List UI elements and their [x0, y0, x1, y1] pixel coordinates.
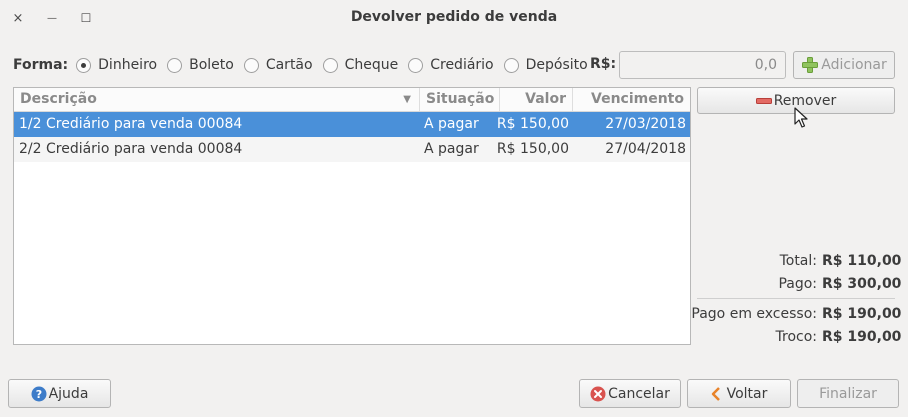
radio-boleto[interactable]: Boleto [167, 57, 234, 73]
payments-table: Descrição ▼ Situação Valor Vencimento 1/… [13, 87, 691, 345]
radio-label: Boleto [189, 57, 234, 73]
excesso-label: Pago em excesso: [691, 306, 817, 322]
pago-value: R$ 300,00 [822, 276, 902, 292]
cancel-button-label: Cancelar [608, 385, 670, 402]
cell-valor: R$ 150,00 [496, 116, 569, 132]
plus-icon [801, 56, 819, 74]
payment-method-group: Forma: Dinheiro Boleto Cartão Cheque Cre… [13, 52, 598, 78]
radio-cheque[interactable]: Cheque [322, 57, 399, 73]
help-button-label: Ajuda [48, 385, 89, 402]
cell-vencimento: 27/04/2018 [605, 141, 686, 157]
radio-label: Depósito [525, 57, 588, 73]
radio-dinheiro[interactable]: Dinheiro [76, 57, 157, 73]
cell-descricao: 1/2 Crediário para venda 00084 [19, 116, 243, 132]
amount-input[interactable]: 0,0 [619, 51, 786, 79]
excesso-value: R$ 190,00 [822, 306, 902, 322]
table-row[interactable]: 1/2 Crediário para venda 00084 A pagar R… [14, 112, 690, 137]
add-button[interactable]: Adicionar [793, 51, 895, 79]
cell-situacao: A pagar [424, 141, 479, 157]
currency-label: R$: [590, 56, 617, 72]
total-value: R$ 110,00 [822, 253, 902, 269]
totals-divider [697, 298, 895, 299]
cell-valor: R$ 150,00 [496, 141, 569, 157]
radio-label: Crediário [430, 57, 494, 73]
table-header: Descrição ▼ Situação Valor Vencimento [14, 88, 690, 112]
help-icon: ? [31, 386, 47, 402]
cell-descricao: 2/2 Crediário para venda 00084 [19, 141, 243, 157]
table-row[interactable]: 2/2 Crediário para venda 00084 A pagar R… [14, 137, 690, 162]
chevron-left-icon [711, 386, 721, 401]
radio-dot[interactable] [503, 57, 519, 73]
radio-label: Cartão [265, 57, 313, 73]
column-header-descricao[interactable]: Descrição ▼ [14, 88, 420, 111]
troco-value: R$ 190,00 [822, 329, 902, 345]
minus-icon [755, 97, 772, 105]
finish-button[interactable]: Finalizar [797, 379, 899, 408]
radio-dot[interactable] [322, 57, 338, 73]
radio-dot[interactable] [243, 57, 259, 73]
title-bar: × — ☐ Devolver pedido de venda [0, 0, 908, 36]
troco-label: Troco: [775, 329, 818, 345]
cancel-button[interactable]: Cancelar [579, 379, 681, 408]
radio-dot[interactable] [167, 57, 183, 73]
payment-method-label: Forma: [13, 57, 69, 73]
radio-crediario[interactable]: Crediário [408, 57, 494, 73]
pago-label: Pago: [778, 276, 817, 292]
radio-label: Dinheiro [98, 57, 158, 73]
mouse-cursor-icon [794, 107, 808, 128]
add-button-label: Adicionar [821, 57, 887, 73]
help-button[interactable]: ? Ajuda [8, 379, 111, 408]
back-button[interactable]: Voltar [687, 379, 791, 408]
window-title: Devolver pedido de venda [350, 9, 558, 25]
column-header-situacao[interactable]: Situação [420, 88, 500, 111]
total-label: Total: [779, 253, 817, 269]
column-header-valor[interactable]: Valor [500, 88, 573, 111]
finish-button-label: Finalizar [819, 385, 877, 402]
column-header-vencimento[interactable]: Vencimento [573, 88, 690, 111]
radio-deposito[interactable]: Depósito [503, 57, 588, 73]
back-button-label: Voltar [726, 385, 768, 402]
radio-cartao[interactable]: Cartão [243, 57, 313, 73]
svg-text:?: ? [35, 388, 41, 401]
radio-label: Cheque [344, 57, 399, 73]
cancel-icon [590, 386, 606, 402]
cell-vencimento: 27/03/2018 [605, 116, 686, 132]
radio-dot[interactable] [76, 57, 92, 73]
sort-descending-icon: ▼ [403, 94, 411, 105]
cell-situacao: A pagar [424, 116, 479, 132]
radio-dot[interactable] [408, 57, 424, 73]
